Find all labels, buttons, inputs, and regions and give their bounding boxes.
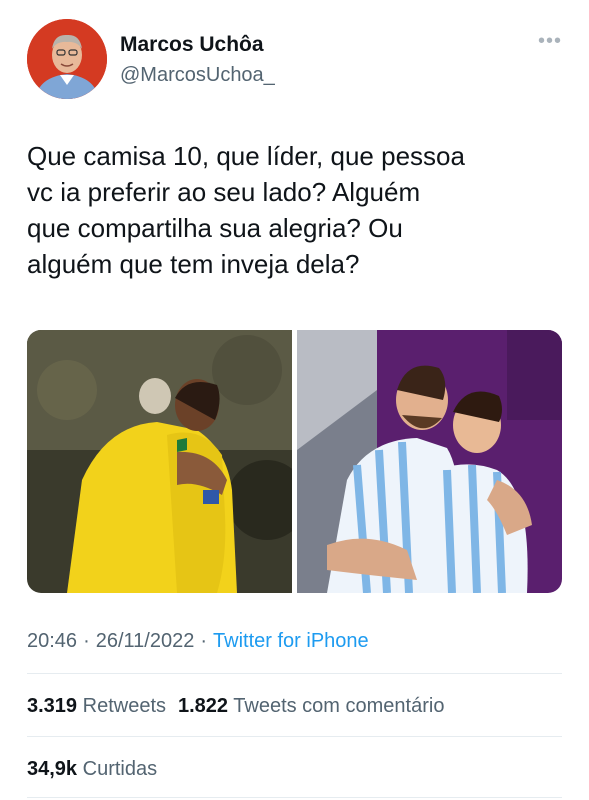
tweet-date[interactable]: 26/11/2022	[96, 630, 195, 652]
quotes-count: 1.822	[178, 695, 229, 717]
retweets-label: Retweets	[82, 695, 166, 717]
divider	[27, 797, 562, 798]
likes-label: Curtidas	[82, 758, 158, 780]
quotes-link[interactable]: 1.822 Tweets com comentário	[178, 695, 444, 717]
tweet-text-line: vc ia preferir ao seu lado? Alguém	[27, 177, 421, 207]
meta-separator: ·	[200, 630, 208, 652]
likes-link[interactable]: 34,9k Curtidas	[27, 758, 157, 780]
author-handle[interactable]: @MarcosUchoa_	[120, 64, 275, 87]
tweet-source-link[interactable]: Twitter for iPhone	[213, 630, 369, 652]
tweet-text-line: alguém que tem inveja dela?	[27, 249, 360, 279]
tweet-time[interactable]: 20:46	[27, 630, 77, 652]
author-name[interactable]: Marcos Uchôa	[120, 33, 264, 57]
avatar[interactable]	[27, 19, 107, 99]
divider	[27, 736, 562, 737]
media-photo-argentina[interactable]	[297, 330, 562, 593]
avatar-portrait	[27, 19, 107, 99]
tweet-text-line: Que camisa 10, que líder, que pessoa	[27, 141, 465, 171]
likes-count: 34,9k	[27, 758, 78, 780]
media-photo-brazil[interactable]	[27, 330, 307, 593]
tweet-timestamp: 20:46 · 26/11/2022 · Twitter for iPhone	[27, 630, 369, 653]
quotes-label: Tweets com comentário	[233, 695, 445, 717]
tweet-text-line: que compartilha sua alegria? Ou	[27, 213, 403, 243]
retweets-count: 3.319	[27, 695, 78, 717]
retweets-link[interactable]: 3.319 Retweets	[27, 695, 166, 717]
meta-separator: ·	[83, 630, 90, 652]
divider	[27, 673, 562, 674]
retweet-stats: 3.319 Retweets 1.822 Tweets com comentári…	[27, 695, 444, 718]
more-options-icon[interactable]: •••	[538, 30, 562, 53]
tweet-media[interactable]	[27, 330, 562, 593]
likes-stats: 34,9k Curtidas	[27, 758, 157, 781]
tweet-text: Que camisa 10, que líder, que pessoa vc …	[27, 138, 567, 282]
